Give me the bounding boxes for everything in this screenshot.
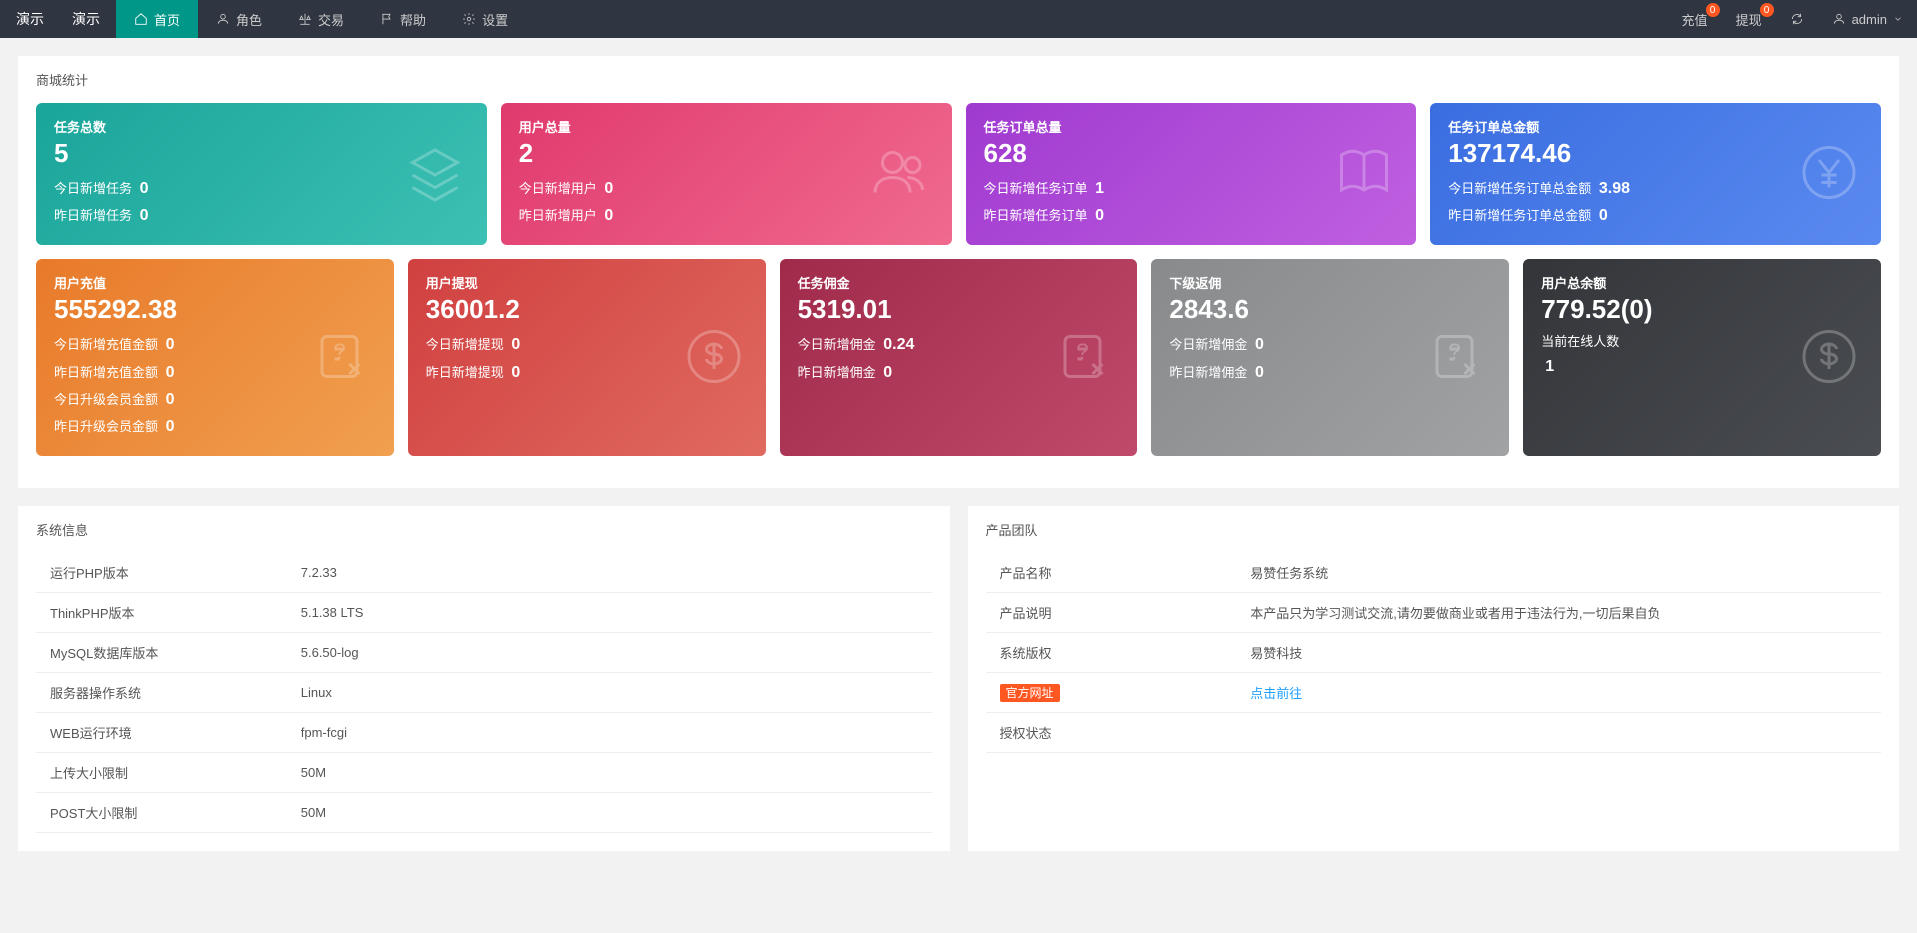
table-row: 官方网址 点击前往 [986,673,1882,713]
stack-icon [405,143,465,206]
edit-icon [312,326,372,389]
topbar: 演示 演示 首页角色交易帮助设置 充值 0 提现 0 admin [0,0,1917,38]
table-row: POST大小限制50M [36,793,932,833]
withdraw-button[interactable]: 提现 0 [1722,0,1776,38]
team-title: 产品团队 [986,520,1882,539]
chevron-down-icon [1893,14,1903,24]
book-icon [1334,143,1394,206]
nav-gear[interactable]: 设置 [444,0,526,38]
scale-icon [298,12,312,26]
stats-title: 商城统计 [36,70,1881,89]
brand: 演示 演示 [0,9,116,29]
nav-home[interactable]: 首页 [116,0,198,38]
nav-scale[interactable]: 交易 [280,0,362,38]
stat-card: 任务订单总金额 137174.46 今日新增任务订单总金额 3.98 昨日新增任… [1430,103,1881,245]
stat-card: 用户总余额 779.52(0) 当前在线人数1 [1523,259,1881,456]
table-row: 上传大小限制50M [36,753,932,793]
dollar-icon [1799,326,1859,389]
flag-icon [380,12,394,26]
tag: 官方网址 [1000,684,1060,702]
stats-panel: 商城统计 任务总数 5 今日新增任务 0 昨日新增任务 0 用户总量 2 今日新… [18,56,1899,488]
top-actions: 充值 0 提现 0 admin [1668,0,1917,38]
table-row: 系统版权易赞科技 [986,633,1882,673]
recharge-button[interactable]: 充值 0 [1668,0,1722,38]
user-icon [1832,12,1846,26]
table-row: 产品名称易赞任务系统 [986,553,1882,593]
table-row: WEB运行环境fpm-fcgi [36,713,932,753]
users-icon [870,143,930,206]
official-link[interactable]: 点击前往 [1250,686,1302,701]
user-menu[interactable]: admin [1818,0,1917,38]
stat-card: 用户总量 2 今日新增用户 0 昨日新增用户 0 [501,103,952,245]
table-row: 授权状态 [986,713,1882,753]
gear-icon [462,12,476,26]
stat-card: 任务佣金 5319.01 今日新增佣金 0.24昨日新增佣金 0 [780,259,1138,456]
sysinfo-table: 运行PHP版本7.2.33ThinkPHP版本5.1.38 LTSMySQL数据… [36,553,932,833]
nav: 首页角色交易帮助设置 [116,0,526,38]
stat-card: 下级返佣 2843.6 今日新增佣金 0昨日新增佣金 0 [1151,259,1509,456]
card-row-2: 用户充值 555292.38 今日新增充值金额 0昨日新增充值金额 0今日升级会… [36,259,1881,456]
yen-icon [1799,143,1859,206]
edit-icon [1055,326,1115,389]
card-row-1: 任务总数 5 今日新增任务 0 昨日新增任务 0 用户总量 2 今日新增用户 0… [36,103,1881,245]
table-row: 产品说明本产品只为学习测试交流,请勿要做商业或者用于违法行为,一切后果自负 [986,593,1882,633]
nav-user[interactable]: 角色 [198,0,280,38]
table-row: 运行PHP版本7.2.33 [36,553,932,593]
recharge-badge: 0 [1706,3,1720,17]
dollar-icon [684,326,744,389]
user-icon [216,12,230,26]
sysinfo-panel: 系统信息 运行PHP版本7.2.33ThinkPHP版本5.1.38 LTSMy… [18,506,950,851]
team-panel: 产品团队 产品名称易赞任务系统产品说明本产品只为学习测试交流,请勿要做商业或者用… [968,506,1900,851]
stat-card: 用户充值 555292.38 今日新增充值金额 0昨日新增充值金额 0今日升级会… [36,259,394,456]
stat-card: 任务订单总量 628 今日新增任务订单 1 昨日新增任务订单 0 [966,103,1417,245]
table-row: ThinkPHP版本5.1.38 LTS [36,593,932,633]
nav-flag[interactable]: 帮助 [362,0,444,38]
refresh-icon [1790,12,1804,26]
sysinfo-title: 系统信息 [36,520,932,539]
home-icon [134,12,148,26]
table-row: MySQL数据库版本5.6.50-log [36,633,932,673]
team-table: 产品名称易赞任务系统产品说明本产品只为学习测试交流,请勿要做商业或者用于违法行为… [986,553,1882,753]
stat-card: 用户提现 36001.2 今日新增提现 0昨日新增提现 0 [408,259,766,456]
stat-card: 任务总数 5 今日新增任务 0 昨日新增任务 0 [36,103,487,245]
table-row: 服务器操作系统Linux [36,673,932,713]
withdraw-badge: 0 [1760,3,1774,17]
edit-icon [1427,326,1487,389]
refresh-button[interactable] [1776,0,1818,38]
